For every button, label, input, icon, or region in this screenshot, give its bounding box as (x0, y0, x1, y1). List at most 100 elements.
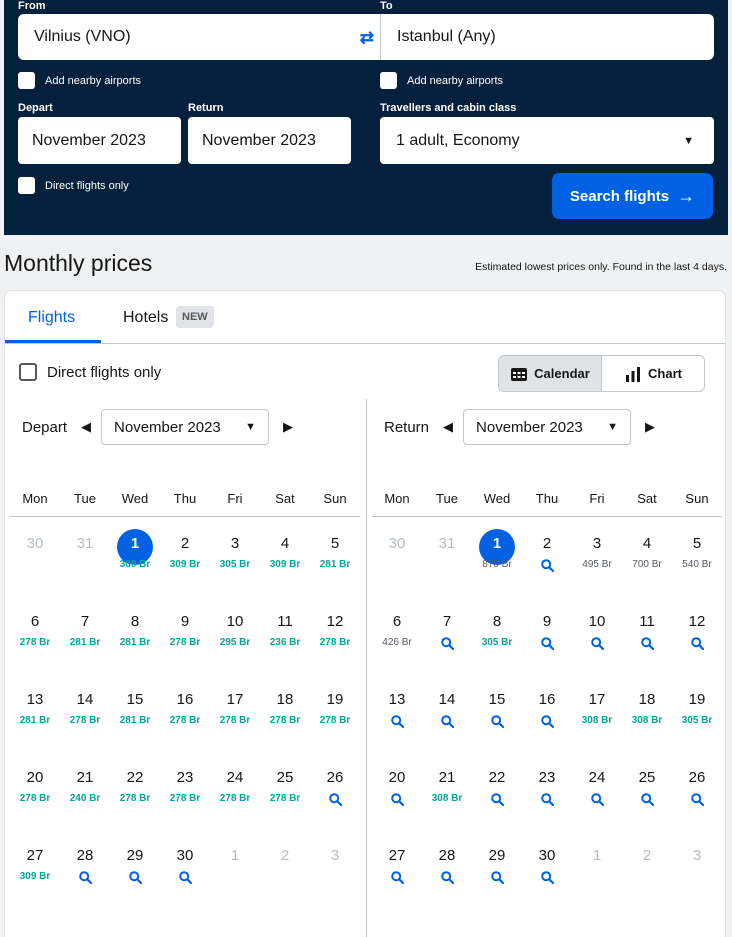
calendar-day[interactable]: 3 305 Br (210, 517, 260, 595)
calendar-day[interactable]: 24 278 Br (210, 751, 260, 829)
calendar-day[interactable]: 7 (422, 595, 472, 673)
search-icon[interactable] (490, 715, 504, 731)
calendar-day[interactable]: 16 278 Br (160, 673, 210, 751)
calendar-day[interactable]: 20 (372, 751, 422, 829)
calendar-day[interactable]: 16 (522, 673, 572, 751)
calendar-day[interactable]: 21 240 Br (60, 751, 110, 829)
search-icon[interactable] (490, 871, 504, 887)
calendar-day[interactable]: 1 870 Br (472, 517, 522, 595)
calendar-day[interactable]: 1 309 Br (110, 517, 160, 595)
next-month-icon[interactable]: ▶ (283, 419, 293, 435)
calendar-day[interactable]: 14 278 Br (60, 673, 110, 751)
depart-field[interactable]: November 2023 (18, 117, 181, 164)
calendar-day[interactable]: 10 (572, 595, 622, 673)
search-icon[interactable] (540, 637, 554, 653)
calendar-day[interactable]: 28 (60, 829, 110, 907)
calendar-day[interactable]: 25 278 Br (260, 751, 310, 829)
search-icon[interactable] (440, 871, 454, 887)
calendar-day[interactable]: 18 278 Br (260, 673, 310, 751)
calendar-day[interactable]: 14 (422, 673, 472, 751)
calendar-day[interactable]: 22 278 Br (110, 751, 160, 829)
search-icon[interactable] (390, 793, 404, 809)
checkbox-icon[interactable] (18, 72, 35, 89)
calendar-day[interactable]: 13 (372, 673, 422, 751)
calendar-day[interactable]: 7 281 Br (60, 595, 110, 673)
calendar-day[interactable]: 5 540 Br (672, 517, 722, 595)
prev-month-icon[interactable]: ◀ (81, 419, 91, 435)
search-icon[interactable] (590, 637, 604, 653)
return-month-select[interactable]: November 2023 ▼ (463, 409, 632, 445)
calendar-day[interactable]: 30 (522, 829, 572, 907)
calendar-day[interactable]: 20 278 Br (10, 751, 60, 829)
calendar-day[interactable]: 17 278 Br (210, 673, 260, 751)
search-icon[interactable] (390, 715, 404, 731)
tab-hotels[interactable]: Hotels (123, 309, 168, 327)
calendar-day[interactable]: 27 (372, 829, 422, 907)
calendar-day[interactable]: 26 (672, 751, 722, 829)
search-icon[interactable] (640, 637, 654, 653)
return-field[interactable]: November 2023 (188, 117, 351, 164)
calendar-day[interactable]: 8 281 Br (110, 595, 160, 673)
calendar-day[interactable]: 21 308 Br (422, 751, 472, 829)
calendar-day[interactable]: 27 309 Br (10, 829, 60, 907)
prev-month-icon[interactable]: ◀ (443, 419, 453, 435)
calendar-day[interactable]: 3 495 Br (572, 517, 622, 595)
search-icon[interactable] (128, 871, 142, 887)
calendar-day[interactable]: 8 305 Br (472, 595, 522, 673)
depart-month-select[interactable]: November 2023 ▼ (101, 409, 270, 445)
checkbox-icon[interactable] (380, 72, 397, 89)
search-icon[interactable] (390, 871, 404, 887)
calendar-day[interactable]: 30 (160, 829, 210, 907)
calendar-day[interactable]: 5 281 Br (310, 517, 360, 595)
nearby-to-checkbox[interactable]: Add nearby airports (380, 72, 503, 89)
calendar-day[interactable]: 13 281 Br (10, 673, 60, 751)
calendar-day[interactable]: 10 295 Br (210, 595, 260, 673)
calendar-day[interactable]: 6 278 Br (10, 595, 60, 673)
calendar-day[interactable]: 17 308 Br (572, 673, 622, 751)
search-icon[interactable] (540, 793, 554, 809)
calendar-day[interactable]: 2 309 Br (160, 517, 210, 595)
from-field[interactable]: Vilnius (VNO) ⇄ (18, 14, 380, 60)
calendar-day[interactable]: 18 308 Br (622, 673, 672, 751)
search-icon[interactable] (440, 715, 454, 731)
tab-flights[interactable]: Flights (28, 309, 75, 327)
calendar-day[interactable]: 29 (472, 829, 522, 907)
direct-flights-checkbox[interactable]: Direct flights only (19, 363, 161, 381)
calendar-day[interactable]: 12 (672, 595, 722, 673)
calendar-day[interactable]: 19 305 Br (672, 673, 722, 751)
search-icon[interactable] (178, 871, 192, 887)
swap-icon[interactable]: ⇄ (360, 28, 374, 48)
calendar-day[interactable]: 26 (310, 751, 360, 829)
calendar-day[interactable]: 22 (472, 751, 522, 829)
nearby-from-checkbox[interactable]: Add nearby airports (18, 72, 141, 89)
calendar-day[interactable]: 19 278 Br (310, 673, 360, 751)
calendar-day[interactable]: 4 309 Br (260, 517, 310, 595)
checkbox-icon[interactable] (19, 363, 37, 381)
search-icon[interactable] (540, 715, 554, 731)
calendar-day[interactable]: 15 (472, 673, 522, 751)
search-icon[interactable] (690, 637, 704, 653)
calendar-day[interactable]: 28 (422, 829, 472, 907)
calendar-day[interactable]: 11 (622, 595, 672, 673)
calendar-day[interactable]: 11 236 Br (260, 595, 310, 673)
calendar-day[interactable]: 6 426 Br (372, 595, 422, 673)
search-icon[interactable] (328, 793, 342, 809)
calendar-day[interactable]: 12 278 Br (310, 595, 360, 673)
to-field[interactable]: Istanbul (Any) (380, 14, 714, 60)
calendar-day[interactable]: 24 (572, 751, 622, 829)
checkbox-icon[interactable] (18, 177, 35, 194)
direct-only-checkbox[interactable]: Direct flights only (18, 177, 129, 194)
calendar-day[interactable]: 9 (522, 595, 572, 673)
calendar-day[interactable]: 23 278 Br (160, 751, 210, 829)
search-icon[interactable] (440, 637, 454, 653)
travellers-select[interactable]: 1 adult, Economy ▼ (380, 117, 714, 164)
calendar-day[interactable]: 9 278 Br (160, 595, 210, 673)
calendar-day[interactable]: 2 (522, 517, 572, 595)
calendar-day[interactable]: 15 281 Br (110, 673, 160, 751)
search-icon[interactable] (78, 871, 92, 887)
search-flights-button[interactable]: Search flights → (552, 173, 713, 219)
search-icon[interactable] (540, 871, 554, 887)
calendar-day[interactable]: 23 (522, 751, 572, 829)
search-icon[interactable] (690, 793, 704, 809)
next-month-icon[interactable]: ▶ (645, 419, 655, 435)
